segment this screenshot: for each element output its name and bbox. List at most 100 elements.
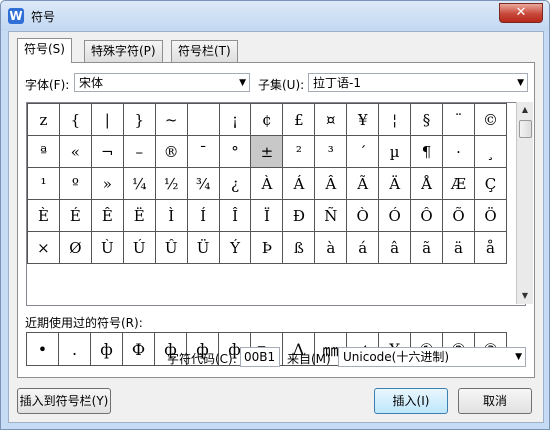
symbol-cell[interactable]: È bbox=[27, 199, 60, 232]
wps-app-icon: W bbox=[8, 8, 24, 24]
symbol-cell[interactable]: Î bbox=[218, 199, 252, 232]
symbol-cell[interactable]: â bbox=[378, 231, 412, 264]
scroll-up-icon[interactable]: ▲ bbox=[517, 102, 533, 118]
symbol-cell[interactable]: Ì bbox=[154, 199, 188, 232]
symbol-cell[interactable]: ¡ bbox=[218, 103, 252, 136]
symbol-cell[interactable]: » bbox=[90, 167, 124, 200]
symbol-cell[interactable]: ¶ bbox=[410, 135, 444, 168]
symbol-cell[interactable]: ¬ bbox=[90, 135, 124, 168]
symbol-cell[interactable]: ¼ bbox=[122, 167, 156, 200]
symbol-cell[interactable]: ® bbox=[154, 135, 188, 168]
dialog-body: 符号(S) 特殊字符(P) 符号栏(T) 字体(F): 宋体 ▼ 子集(U): … bbox=[8, 31, 544, 423]
symbol-cell[interactable]: ~ bbox=[154, 103, 188, 136]
symbol-cell[interactable]: Ö bbox=[473, 199, 508, 232]
symbol-cell[interactable]: Ï bbox=[250, 199, 284, 232]
symbol-cell[interactable]: Å bbox=[410, 167, 444, 200]
recent-symbol-cell[interactable]: . bbox=[58, 332, 91, 366]
symbol-cell[interactable]: Û bbox=[154, 231, 188, 264]
symbol-cell[interactable]: ¹ bbox=[27, 167, 60, 200]
symbol-cell[interactable]: ¯ bbox=[186, 135, 220, 168]
symbol-cell[interactable]: ã bbox=[410, 231, 444, 264]
symbol-cell[interactable]: } bbox=[122, 103, 156, 136]
symbol-cell[interactable]: ± bbox=[250, 135, 284, 168]
symbol-cell[interactable]: { bbox=[58, 103, 92, 136]
symbol-cell[interactable]: ¾ bbox=[186, 167, 220, 200]
symbol-cell[interactable]: ¿ bbox=[218, 167, 252, 200]
symbol-cell[interactable]: Ñ bbox=[314, 199, 348, 232]
symbol-cell[interactable]: ä bbox=[442, 231, 475, 264]
symbol-cell[interactable]: É bbox=[58, 199, 92, 232]
tab-symbols[interactable]: 符号(S) bbox=[17, 38, 72, 63]
symbol-cell[interactable]: À bbox=[250, 167, 284, 200]
symbol-cell[interactable]: ¤ bbox=[314, 103, 348, 136]
recent-symbol-cell[interactable]: • bbox=[26, 332, 59, 366]
symbol-cell[interactable]: ß bbox=[282, 231, 316, 264]
symbol-cell[interactable]: Í bbox=[186, 199, 220, 232]
symbol-cell[interactable]: ¥ bbox=[346, 103, 380, 136]
symbol-cell[interactable]: Ò bbox=[346, 199, 380, 232]
symbol-cell[interactable]: Ê bbox=[90, 199, 124, 232]
symbol-cell[interactable] bbox=[186, 103, 220, 136]
scroll-thumb[interactable] bbox=[519, 120, 532, 138]
symbol-cell[interactable]: – bbox=[122, 135, 156, 168]
symbol-cell[interactable]: ª bbox=[27, 135, 60, 168]
scroll-down-icon[interactable]: ▼ bbox=[517, 288, 533, 304]
symbol-cell[interactable]: Ð bbox=[282, 199, 316, 232]
recent-symbols-label: 近期使用过的符号(R): bbox=[25, 316, 143, 330]
symbol-cell[interactable]: ² bbox=[282, 135, 316, 168]
symbol-cell[interactable]: º bbox=[58, 167, 92, 200]
symbol-cell[interactable]: £ bbox=[282, 103, 316, 136]
from-dropdown[interactable]: Unicode(十六进制) ▼ bbox=[338, 347, 526, 367]
symbol-cell[interactable]: Ë bbox=[122, 199, 156, 232]
font-dropdown[interactable]: 宋体 ▼ bbox=[74, 73, 250, 92]
font-value: 宋体 bbox=[79, 76, 104, 90]
title-bar: W 符号 ✕ bbox=[1, 1, 549, 31]
recent-symbol-cell[interactable]: Ф bbox=[122, 332, 155, 366]
symbol-cell[interactable]: Ô bbox=[410, 199, 444, 232]
symbol-cell[interactable]: Á bbox=[282, 167, 316, 200]
symbol-cell[interactable]: ° bbox=[218, 135, 252, 168]
close-icon[interactable]: ✕ bbox=[499, 3, 543, 23]
symbol-cell[interactable]: à bbox=[314, 231, 348, 264]
insert-to-bar-button[interactable]: 插入到符号栏(Y) bbox=[17, 388, 111, 414]
symbol-cell[interactable]: Æ bbox=[442, 167, 475, 200]
symbol-cell[interactable]: Ü bbox=[186, 231, 220, 264]
symbol-cell[interactable]: Ç bbox=[473, 167, 508, 200]
symbol-cell[interactable]: · bbox=[442, 135, 475, 168]
symbols-panel: 字体(F): 宋体 ▼ 子集(U): 拉丁语-1 ▼ z{|} ~ ¡ ¢ £ ¤ ¥ ¦ § ¨… bbox=[17, 62, 535, 378]
symbol-grid-scrollbar[interactable]: ▲ ▼ bbox=[516, 102, 533, 304]
symbol-cell[interactable]: ³ bbox=[314, 135, 348, 168]
symbol-cell[interactable]: Â bbox=[314, 167, 348, 200]
subset-dropdown[interactable]: 拉丁语-1 ▼ bbox=[308, 73, 528, 92]
symbol-cell[interactable]: Ø bbox=[58, 231, 92, 264]
symbol-cell[interactable]: Õ bbox=[442, 199, 475, 232]
symbol-cell[interactable]: Þ bbox=[250, 231, 284, 264]
symbol-cell[interactable]: å bbox=[473, 231, 508, 264]
symbol-cell[interactable]: Ä bbox=[378, 167, 412, 200]
symbol-cell[interactable]: ½ bbox=[154, 167, 188, 200]
symbol-cell[interactable]: µ bbox=[378, 135, 412, 168]
symbol-cell[interactable]: ¨ bbox=[442, 103, 475, 136]
symbol-cell[interactable]: á bbox=[346, 231, 380, 264]
symbol-cell[interactable]: ¦ bbox=[378, 103, 412, 136]
symbol-cell[interactable]: ´ bbox=[346, 135, 380, 168]
symbol-cell[interactable]: Ó bbox=[378, 199, 412, 232]
symbol-cell[interactable]: Ú bbox=[122, 231, 156, 264]
symbol-cell[interactable]: « bbox=[58, 135, 92, 168]
tab-special-chars[interactable]: 特殊字符(P) bbox=[84, 40, 163, 62]
symbol-cell[interactable]: ¸ bbox=[473, 135, 508, 168]
symbol-cell[interactable]: | bbox=[90, 103, 124, 136]
symbol-cell[interactable]: § bbox=[410, 103, 444, 136]
symbol-cell[interactable]: Ã bbox=[346, 167, 380, 200]
insert-button[interactable]: 插入(I) bbox=[374, 388, 448, 414]
recent-symbol-cell[interactable]: ф bbox=[90, 332, 123, 366]
symbol-cell[interactable]: × bbox=[27, 231, 60, 264]
char-code-input[interactable]: 00B1 bbox=[240, 347, 280, 367]
symbol-cell[interactable]: ¢ bbox=[250, 103, 284, 136]
cancel-button[interactable]: 取消 bbox=[458, 388, 532, 414]
symbol-cell[interactable]: z bbox=[27, 103, 60, 136]
tab-symbol-bar[interactable]: 符号栏(T) bbox=[171, 40, 238, 62]
symbol-cell[interactable]: Ù bbox=[90, 231, 124, 264]
symbol-cell[interactable]: © bbox=[473, 103, 508, 136]
symbol-cell[interactable]: Ý bbox=[218, 231, 252, 264]
